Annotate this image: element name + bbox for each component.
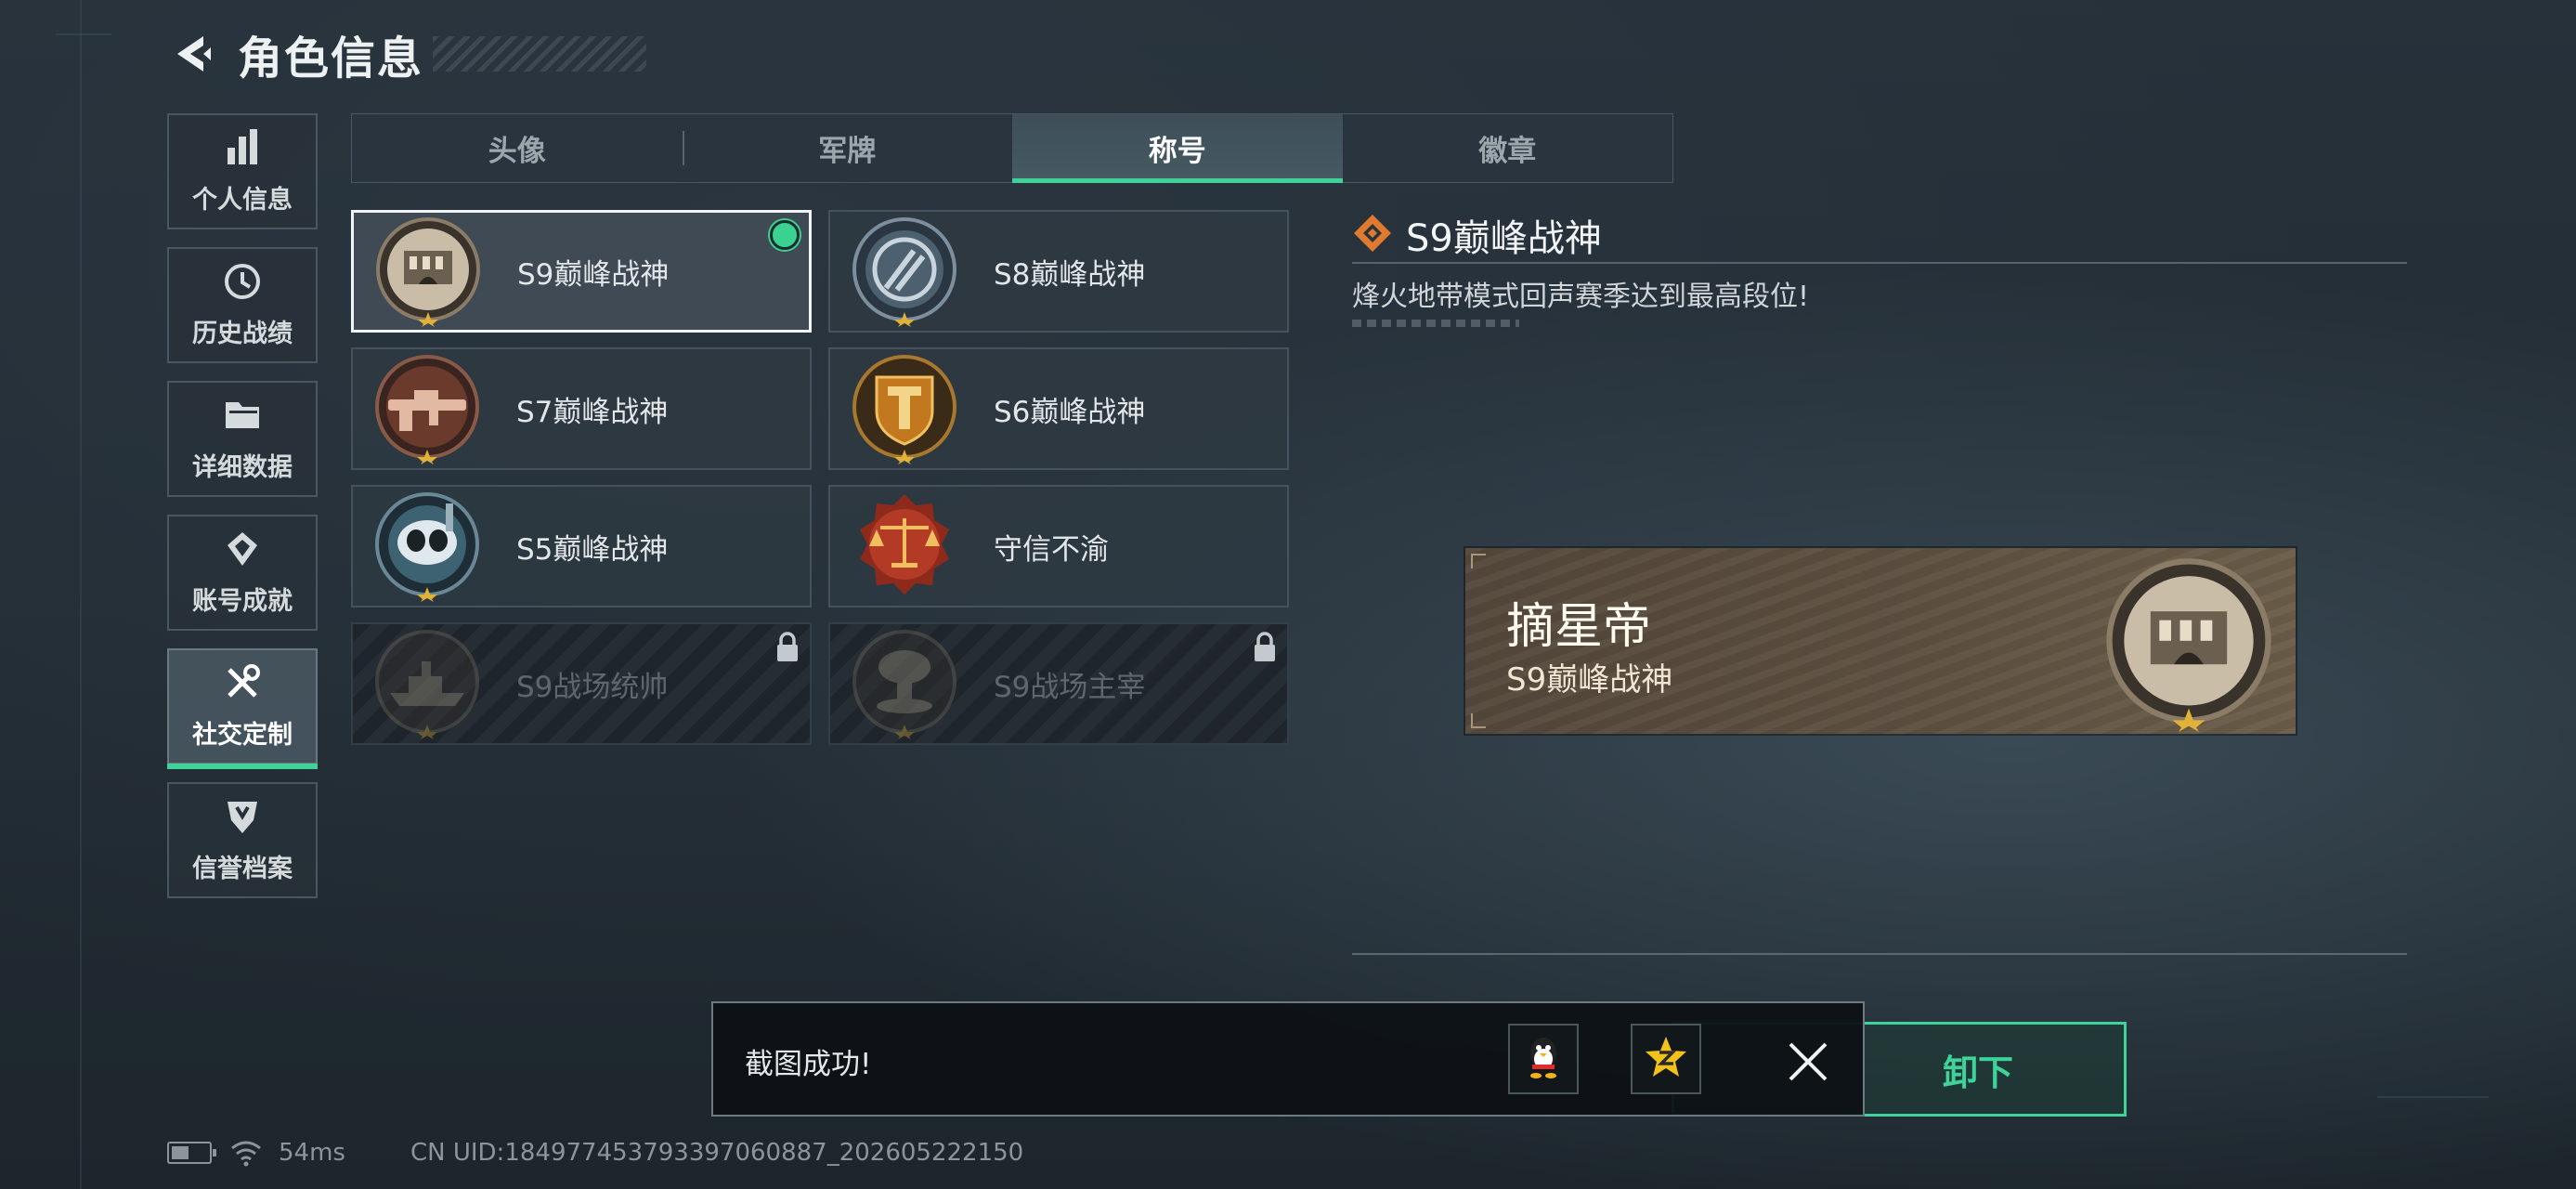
- diver-badge-icon: [371, 490, 483, 602]
- shield-t-badge-icon: [849, 353, 960, 464]
- title-card-label: S5巅峰战神: [516, 532, 669, 567]
- nav-label: 社交定制: [192, 721, 293, 750]
- clock-icon: [222, 261, 263, 306]
- nav-item-achievements[interactable]: 账号成就: [167, 515, 318, 631]
- title-card-label: 守信不渝: [994, 532, 1109, 567]
- page-title: 角色信息: [238, 33, 424, 85]
- qzone-star-icon: [1643, 1034, 1689, 1084]
- detail-bottom-divider: [1352, 953, 2407, 955]
- tab-title[interactable]: 称号: [1012, 114, 1343, 183]
- shield-icon: [222, 796, 263, 841]
- title-card[interactable]: S9战场统帅: [351, 622, 812, 745]
- medal-icon: [222, 529, 263, 573]
- fortress-badge-icon: [372, 216, 484, 327]
- unequip-label: 卸下: [1942, 1052, 2013, 1093]
- nav-item-credit[interactable]: 信誉档案: [167, 782, 318, 898]
- title-card-label: S7巅峰战神: [516, 395, 669, 429]
- nav-label: 个人信息: [192, 186, 293, 215]
- nav-item-social[interactable]: 社交定制: [167, 648, 318, 764]
- title-card[interactable]: S6巅峰战神: [828, 347, 1289, 470]
- frame-line-bottom: [2377, 1096, 2489, 1098]
- ping-text: 54ms: [279, 1139, 345, 1167]
- detail-description: 烽火地带模式回声赛季达到最高段位!: [1352, 281, 1810, 313]
- battery-icon: [167, 1142, 216, 1164]
- nav-item-details[interactable]: 详细数据: [167, 381, 318, 497]
- uid-text: CN UID:18497745379339706088​7_2026052221…: [410, 1139, 1024, 1167]
- title-card-label: S6巅峰战神: [994, 395, 1146, 429]
- status-bar: 54ms CN UID:18497745379339706088​7_20260…: [167, 1139, 1023, 1167]
- title-card-label: S9战场统帅: [516, 670, 669, 704]
- title-card[interactable]: S7巅峰战神: [351, 347, 812, 470]
- scales-badge-icon: [849, 490, 960, 602]
- nav-item-history[interactable]: 历史战绩: [167, 247, 318, 363]
- wifi-icon: [230, 1139, 262, 1167]
- nav-active-indicator: [167, 764, 318, 769]
- detail-subtext-placeholder: [1352, 320, 1519, 327]
- nav-label: 账号成就: [192, 587, 293, 616]
- nav-label: 详细数据: [192, 453, 293, 482]
- share-qq-button[interactable]: [1508, 1024, 1579, 1094]
- title-card[interactable]: S5巅峰战神: [351, 485, 812, 608]
- fortress-badge-icon: [2101, 555, 2277, 732]
- close-icon[interactable]: [1785, 1039, 1831, 1085]
- nav-item-personal[interactable]: 个人信息: [167, 113, 318, 229]
- qq-penguin-icon: [1521, 1033, 1566, 1085]
- screenshot-toast: 截图成功!: [711, 1001, 1865, 1117]
- detail-divider: [1352, 262, 2407, 264]
- tab-bar: 头像 军牌 称号 徽章: [351, 113, 1673, 183]
- lock-icon: [774, 632, 800, 663]
- lock-icon: [1252, 632, 1278, 663]
- back-arrow-icon[interactable]: [167, 28, 219, 80]
- diamond-icon: [1352, 213, 1393, 257]
- tools-icon: [222, 662, 263, 707]
- equipped-indicator: [770, 220, 800, 250]
- preview-title: S9巅峰战神: [1506, 661, 1673, 699]
- title-card-label: S9巅峰战神: [517, 257, 670, 292]
- bar-chart-icon: [222, 127, 263, 172]
- rifle-badge-icon: [371, 353, 483, 464]
- title-card-label: S8巅峰战神: [994, 257, 1146, 292]
- detail-header: S9巅峰战神: [1352, 208, 1602, 262]
- nav-label: 历史战绩: [192, 320, 293, 348]
- nav-label: 信誉档案: [192, 855, 293, 883]
- title-preview-card: 摘星帝 S9巅峰战神: [1465, 548, 2296, 734]
- page-header: 角色信息: [167, 20, 647, 87]
- preview-corner: [1471, 713, 1486, 728]
- title-card[interactable]: S8巅峰战神: [828, 210, 1289, 333]
- title-card-label: S9战场主宰: [994, 670, 1146, 704]
- share-qzone-button[interactable]: [1631, 1024, 1701, 1094]
- emblem-badge-icon: [849, 216, 960, 327]
- frame-line-top: [56, 33, 111, 35]
- warship-badge-icon: [371, 628, 483, 739]
- tab-badge[interactable]: 徽章: [1343, 114, 1673, 182]
- title-card[interactable]: S9巅峰战神: [351, 210, 812, 333]
- detail-title: S9巅峰战神: [1406, 217, 1602, 260]
- tab-avatar[interactable]: 头像: [352, 114, 683, 182]
- tab-dogtag[interactable]: 军牌: [682, 114, 1013, 182]
- title-decoration: [433, 36, 647, 72]
- title-card[interactable]: S9战场主宰: [828, 622, 1289, 745]
- toast-message: 截图成功!: [745, 1048, 872, 1081]
- mushroom-cloud-badge-icon: [849, 628, 960, 739]
- title-card[interactable]: 守信不渝: [828, 485, 1289, 608]
- frame-line-left: [80, 0, 82, 1189]
- preview-corner: [1471, 554, 1486, 568]
- preview-player-name: 摘星帝: [1506, 599, 1652, 655]
- folder-icon: [222, 395, 263, 439]
